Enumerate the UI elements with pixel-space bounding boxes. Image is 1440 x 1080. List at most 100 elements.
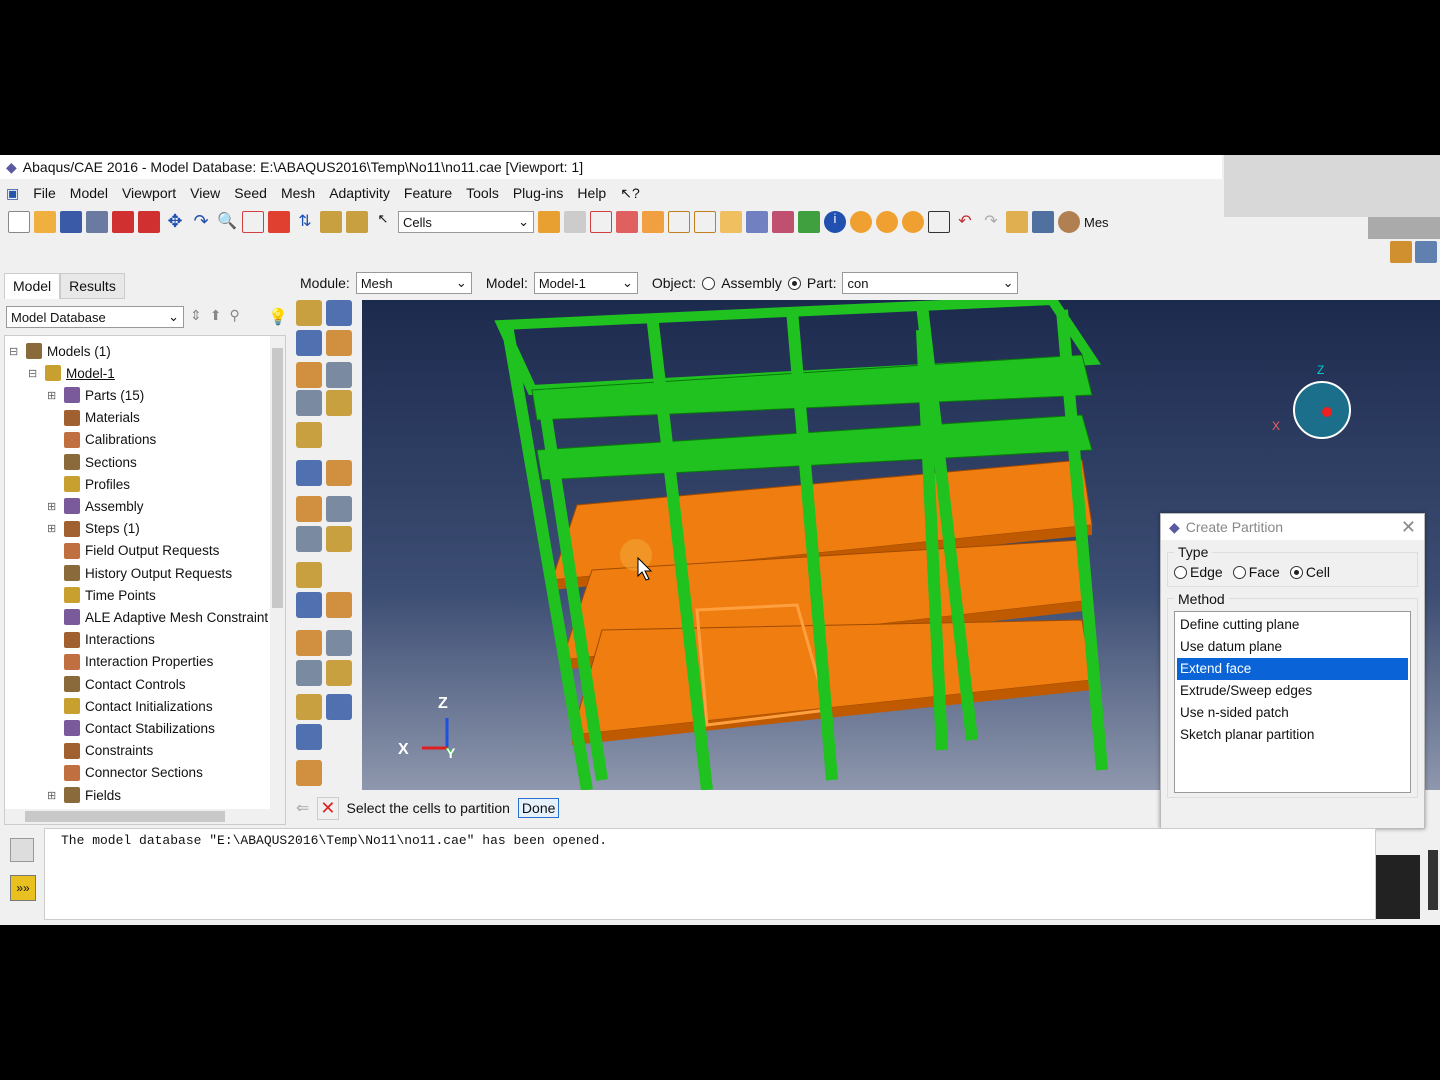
menu-item[interactable]: Viewport: [122, 185, 176, 201]
done-button[interactable]: Done: [517, 798, 560, 818]
render-hidden-icon[interactable]: [772, 211, 794, 233]
mesh-tool-icon[interactable]: [296, 592, 322, 618]
expand-icon[interactable]: ⊟: [9, 345, 21, 358]
mesh-tool-icon[interactable]: [296, 526, 322, 552]
tree-item[interactable]: ⊞ Parts (15): [47, 384, 144, 406]
tree-item[interactable]: ⊞ Assembly: [47, 495, 144, 517]
tree-item[interactable]: ALE Adaptive Mesh Constraint: [47, 606, 268, 628]
expand-icon[interactable]: ⊞: [47, 522, 59, 535]
mesh-tool-icon[interactable]: [296, 300, 322, 326]
select-from-interior-icon[interactable]: [538, 211, 560, 233]
mesh-tool-icon[interactable]: [296, 390, 322, 416]
replace-icon[interactable]: [876, 211, 898, 233]
menu-icon[interactable]: ▣: [6, 185, 19, 202]
method-item[interactable]: Use n-sided patch: [1177, 702, 1408, 724]
part-radio[interactable]: [787, 276, 801, 290]
module-icon[interactable]: [1390, 241, 1412, 263]
zoom-icon[interactable]: 🔍: [216, 211, 238, 233]
tree-item[interactable]: Constraints: [47, 740, 153, 762]
part-select[interactable]: con ⌄: [842, 272, 1019, 294]
table-icon[interactable]: [1032, 211, 1054, 233]
type-radio-edge[interactable]: Edge: [1174, 564, 1223, 580]
close-icon[interactable]: ✕: [1401, 517, 1416, 538]
tree-item[interactable]: ⊟ Model-1: [28, 362, 115, 384]
palette-icon[interactable]: [1058, 211, 1080, 233]
tree-item[interactable]: Sections: [47, 451, 137, 473]
rotate-icon[interactable]: ↷: [190, 211, 212, 233]
menu-item[interactable]: File: [33, 185, 56, 201]
mesh-tool-icon[interactable]: [326, 460, 352, 486]
redo-icon[interactable]: ↷: [980, 211, 1002, 233]
pan-icon[interactable]: ✥: [164, 211, 186, 233]
mesh-tool-icon[interactable]: [296, 630, 322, 656]
method-item[interactable]: Sketch planar partition: [1177, 724, 1408, 746]
menu-item[interactable]: Adaptivity: [329, 185, 390, 201]
mesh-tool-icon[interactable]: [326, 496, 352, 522]
tree-item[interactable]: Profiles: [47, 473, 130, 495]
tree-item[interactable]: Connector Sections: [47, 762, 203, 784]
expand-icon[interactable]: ⊟: [28, 367, 40, 380]
menu-item[interactable]: Model: [70, 185, 108, 201]
print-icon[interactable]: [86, 211, 108, 233]
tree-item[interactable]: Interaction Properties: [47, 651, 213, 673]
mesh-tool-icon[interactable]: [326, 630, 352, 656]
tree-item[interactable]: ⊟ Models (1): [9, 340, 111, 362]
info-icon[interactable]: i: [824, 211, 846, 233]
overlay-button[interactable]: [1376, 855, 1420, 919]
tree-item[interactable]: Time Points: [47, 584, 156, 606]
add-icon[interactable]: [902, 211, 924, 233]
export-icon[interactable]: [138, 211, 160, 233]
mesh-tool-icon[interactable]: [326, 330, 352, 356]
menu-item[interactable]: Plug-ins: [513, 185, 564, 201]
new-icon[interactable]: [8, 211, 30, 233]
query-icon[interactable]: [928, 211, 950, 233]
module-select[interactable]: Mesh ⌄: [355, 272, 472, 294]
tree-item[interactable]: Calibrations: [47, 429, 156, 451]
type-radio-cell[interactable]: Cell: [1289, 564, 1330, 580]
layout-icon[interactable]: [1415, 241, 1437, 263]
tree-item[interactable]: Field Output Requests: [47, 540, 219, 562]
tree-item[interactable]: Materials: [47, 407, 140, 429]
mesh-seed-icon[interactable]: [320, 211, 342, 233]
tree-horizontal-scrollbar[interactable]: [5, 809, 285, 824]
mesh-tool-icon[interactable]: [326, 300, 352, 326]
selection-options-icon[interactable]: [616, 211, 638, 233]
tree-item[interactable]: ⊞ Fields: [47, 784, 121, 806]
save-icon[interactable]: [60, 211, 82, 233]
tree-item[interactable]: Contact Controls: [47, 673, 186, 695]
import-icon[interactable]: [112, 211, 134, 233]
mesh-tool-icon[interactable]: [296, 660, 322, 686]
menu-item[interactable]: Mesh: [281, 185, 315, 201]
expand-icon[interactable]: ⊞: [47, 500, 59, 513]
mesh-tool-icon[interactable]: [326, 694, 352, 720]
back-arrow-icon[interactable]: ⇐: [296, 798, 309, 818]
message-scrollbar[interactable]: [1428, 850, 1438, 910]
auto-fit-icon[interactable]: [268, 211, 290, 233]
mesh-tool-icon[interactable]: [326, 362, 352, 388]
undo-icon[interactable]: ↶: [954, 211, 976, 233]
mesh-tool-icon[interactable]: [296, 362, 322, 388]
model-database-select[interactable]: Model Database ⌄: [6, 306, 184, 328]
menu-item[interactable]: Feature: [404, 185, 452, 201]
menu-item[interactable]: Tools: [466, 185, 499, 201]
tree-vertical-scrollbar[interactable]: [270, 336, 285, 824]
tree-tool-icons[interactable]: ⇕⬆⚲: [190, 307, 248, 324]
view-front-icon[interactable]: [668, 211, 690, 233]
tree-item[interactable]: ⊞ Steps (1): [47, 518, 140, 540]
method-item[interactable]: Define cutting plane: [1177, 614, 1408, 636]
type-radio-face[interactable]: Face: [1232, 564, 1280, 580]
python-prompt-icon[interactable]: »»: [10, 875, 36, 901]
method-item[interactable]: Extrude/Sweep edges: [1177, 680, 1408, 702]
mesh-tool-icon[interactable]: [296, 496, 322, 522]
mesh-tool-icon[interactable]: [296, 562, 322, 588]
cycle-views-icon[interactable]: ⇅: [294, 211, 316, 233]
render-wireframe-icon[interactable]: [746, 211, 768, 233]
mesh-tool-icon[interactable]: [326, 660, 352, 686]
mesh-tool-icon[interactable]: [326, 592, 352, 618]
tree-item[interactable]: Interactions: [47, 629, 155, 651]
method-item[interactable]: Use datum plane: [1177, 636, 1408, 658]
mesh-tool-icon[interactable]: [326, 526, 352, 552]
lightbulb-icon[interactable]: 💡: [268, 307, 288, 327]
tree-icon[interactable]: [1006, 211, 1028, 233]
menu-item[interactable]: View: [190, 185, 220, 201]
